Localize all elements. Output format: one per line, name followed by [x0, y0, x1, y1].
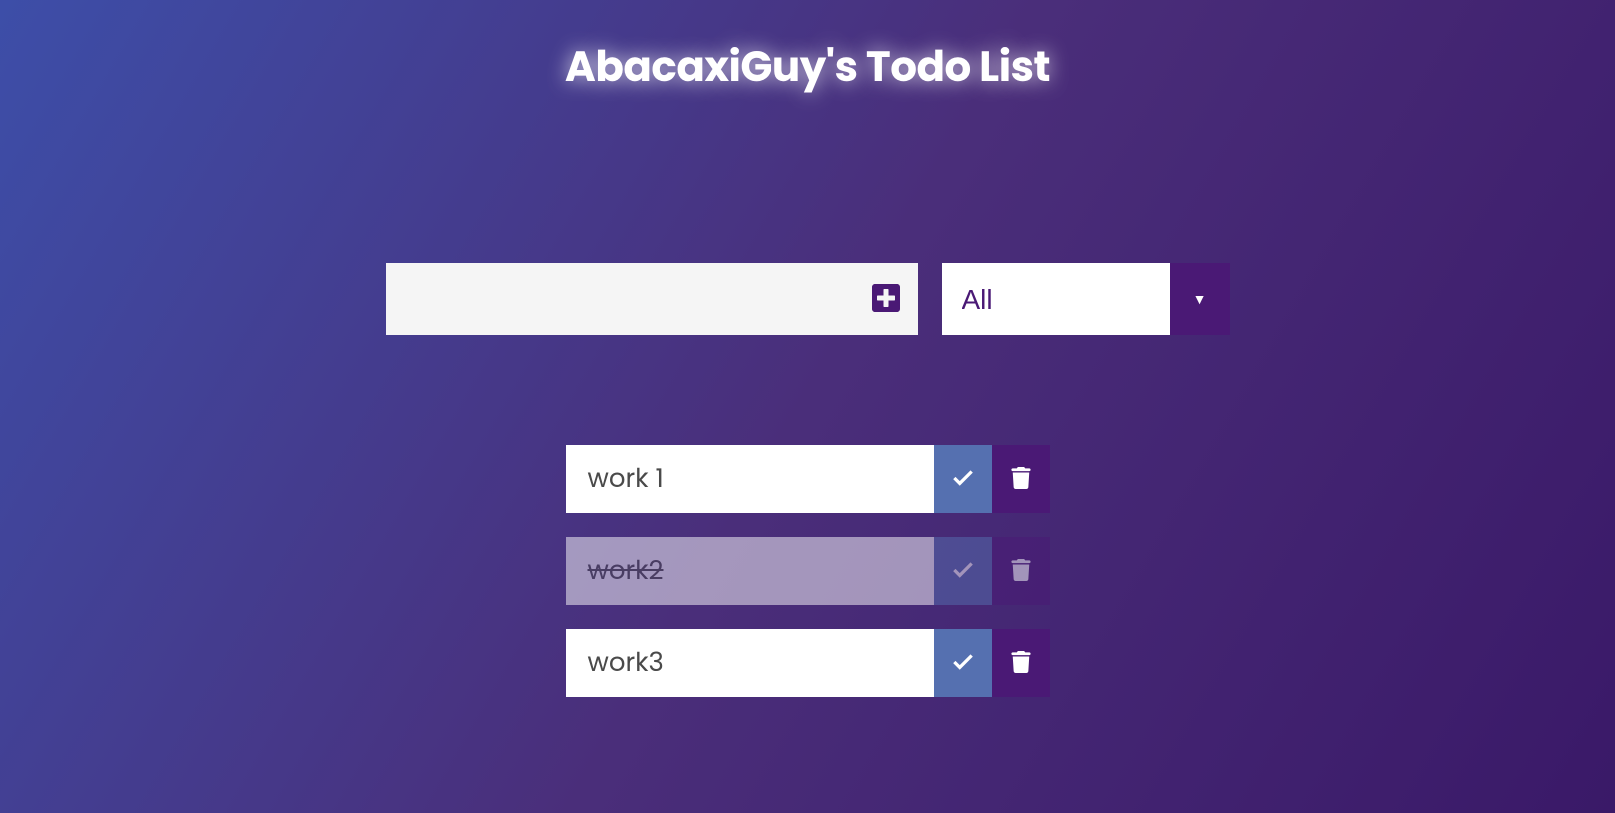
plus-square-icon — [870, 282, 902, 317]
page-header: AbacaxiGuy's Todo List — [565, 35, 1050, 98]
check-icon — [950, 649, 976, 678]
trash-icon — [1010, 467, 1032, 492]
trash-icon — [1010, 559, 1032, 584]
form-row: All ▼ — [386, 263, 1230, 335]
input-group — [386, 263, 918, 335]
delete-button[interactable] — [992, 537, 1050, 605]
todo-input[interactable] — [386, 263, 854, 335]
add-button[interactable] — [854, 263, 918, 335]
todo-item: work2 — [566, 537, 1050, 605]
todo-text: work3 — [566, 629, 934, 697]
complete-button[interactable] — [934, 445, 992, 513]
todo-text: work2 — [566, 537, 934, 605]
trash-icon — [1010, 651, 1032, 676]
page-title: AbacaxiGuy's Todo List — [565, 35, 1050, 98]
filter-arrow: ▼ — [1170, 263, 1230, 335]
check-icon — [950, 557, 976, 586]
chevron-down-icon: ▼ — [1193, 289, 1207, 310]
filter-select[interactable]: All — [942, 263, 1170, 335]
todo-list: work 1 work2 work3 — [566, 445, 1050, 697]
delete-button[interactable] — [992, 445, 1050, 513]
filter-group: All ▼ — [942, 263, 1230, 335]
complete-button[interactable] — [934, 537, 992, 605]
todo-text: work 1 — [566, 445, 934, 513]
complete-button[interactable] — [934, 629, 992, 697]
delete-button[interactable] — [992, 629, 1050, 697]
check-icon — [950, 465, 976, 494]
todo-item: work3 — [566, 629, 1050, 697]
todo-item: work 1 — [566, 445, 1050, 513]
